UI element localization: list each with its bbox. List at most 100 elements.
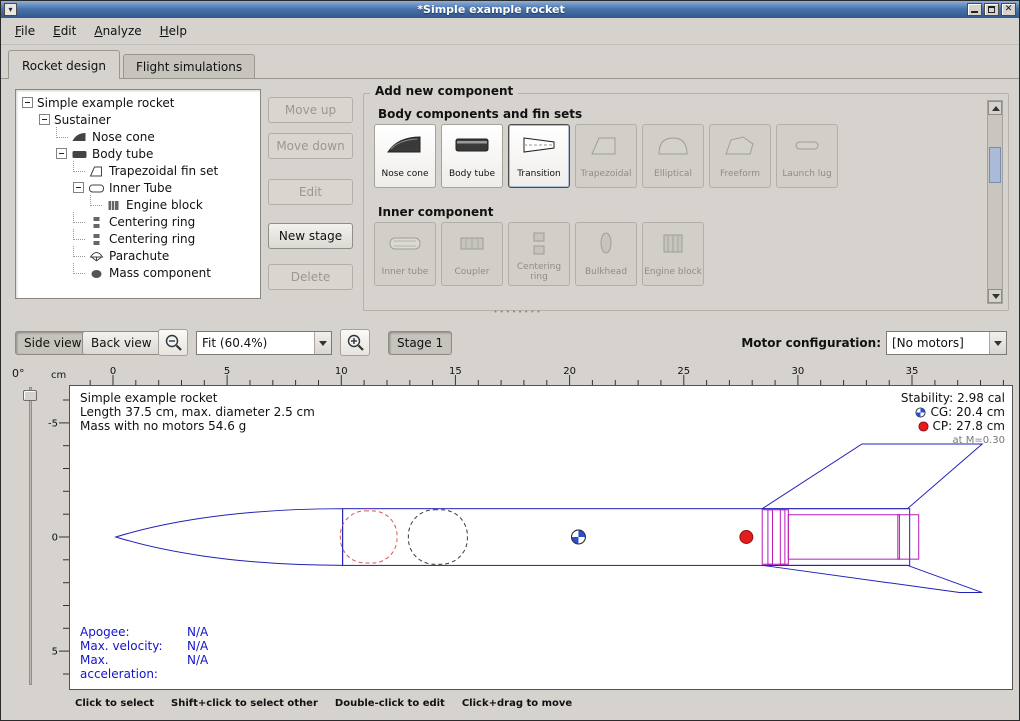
component-button-label: Trapezoidal <box>579 160 632 187</box>
tree-item-label: Simple example rocket <box>37 96 174 110</box>
inner-components-label: Inner component <box>378 205 493 219</box>
minimize-button[interactable] <box>967 3 982 16</box>
tree-item-parachute[interactable]: Parachute <box>18 247 258 264</box>
move-down-button[interactable]: Move down <box>268 133 353 159</box>
ruler-unit-label: cm <box>51 370 66 381</box>
close-button[interactable]: ✕ <box>1001 3 1016 16</box>
tree-item-label: Mass component <box>109 266 211 280</box>
add-engineblock-button[interactable]: Engine block <box>642 222 704 286</box>
tab-rocket-design[interactable]: Rocket design <box>8 50 120 79</box>
add-elliptical-button[interactable]: Elliptical <box>642 124 704 188</box>
rotation-slider-thumb[interactable] <box>23 390 37 401</box>
tree-item-nose-cone[interactable]: Nose cone <box>18 128 258 145</box>
tree-item-centering-ring[interactable]: Centering ring <box>18 213 258 230</box>
stability-value: 2.98 cal <box>957 391 1005 405</box>
delete-button[interactable]: Delete <box>268 264 353 290</box>
minimize-icon <box>971 11 978 13</box>
tree-item-inner-tube[interactable]: Inner Tube <box>18 179 258 196</box>
rocket-drawing[interactable]: Simple example rocketLength 37.5 cm, max… <box>69 385 1013 690</box>
svg-text:5: 5 <box>224 366 230 377</box>
maximize-button[interactable] <box>984 3 999 16</box>
add-innertube-button[interactable]: Inner tube <box>374 222 436 286</box>
add-nosecone-button[interactable]: Nose cone <box>374 124 436 188</box>
rotation-slider[interactable] <box>23 387 37 685</box>
zoom-out-button[interactable] <box>158 329 188 356</box>
tree-item-simple-example-rocket[interactable]: Simple example rocket <box>18 94 258 111</box>
tree-item-centering-ring[interactable]: Centering ring <box>18 230 258 247</box>
menu-help[interactable]: Help <box>151 20 196 42</box>
tree-item-mass-component[interactable]: Mass component <box>18 264 258 281</box>
window-title: *Simple example rocket <box>17 3 965 16</box>
status-hint: Click+drag to move <box>462 698 572 709</box>
tree-action-buttons: Move up Move down Edit New stage Delete <box>268 89 354 290</box>
add-freeform-button[interactable]: Freeform <box>709 124 771 188</box>
cp-marker <box>740 531 753 544</box>
tree-item-label: Inner Tube <box>109 181 172 195</box>
motor-configuration-select[interactable]: [No motors] <box>886 331 1007 355</box>
inner-component-outline <box>780 510 785 564</box>
stability-block: Stability: 2.98 cal CG: 20.4 cm <box>901 391 1005 448</box>
tree-item-engine-block[interactable]: Engine block <box>18 196 258 213</box>
add-bulkhead-button[interactable]: Bulkhead <box>575 222 637 286</box>
dropdown-arrow-icon <box>989 332 1006 354</box>
status-bar: Click to selectShift+click to select oth… <box>1 691 1019 720</box>
dropdown-arrow-icon <box>314 332 331 354</box>
stability-label: Stability: <box>901 391 953 405</box>
side-view-button[interactable]: Side view <box>15 331 90 355</box>
menu-edit[interactable]: Edit <box>44 20 85 42</box>
component-tree[interactable]: Simple example rocketSustainerNose coneB… <box>15 89 261 299</box>
tree-item-body-tube[interactable]: Body tube <box>18 145 258 162</box>
scrollbar-thumb[interactable] <box>989 147 1001 183</box>
window-menu-icon[interactable]: ▾ <box>4 3 17 16</box>
tree-expander-icon[interactable] <box>73 182 84 193</box>
internal-component-dashed <box>340 511 397 563</box>
rocket-info-block: Simple example rocketLength 37.5 cm, max… <box>80 391 315 433</box>
tree-expander-icon[interactable] <box>56 148 67 159</box>
tree-item-sustainer[interactable]: Sustainer <box>18 111 258 128</box>
fin-outline <box>762 444 982 509</box>
maximize-icon <box>988 6 995 13</box>
component-scrollbar[interactable] <box>987 100 1003 304</box>
tab-flight-simulations[interactable]: Flight simulations <box>123 54 255 78</box>
component-button-label: Elliptical <box>653 160 693 187</box>
stage-1-button[interactable]: Stage 1 <box>388 331 452 355</box>
add-launchlug-button[interactable]: Launch lug <box>776 124 838 188</box>
rotation-slider-track <box>29 387 32 685</box>
fin-outline <box>762 565 982 592</box>
move-up-button[interactable]: Move up <box>268 97 353 123</box>
add-centeringring-button[interactable]: Centering ring <box>508 222 570 286</box>
edit-button[interactable]: Edit <box>268 179 353 205</box>
add-coupler-button[interactable]: Coupler <box>441 222 503 286</box>
back-view-button[interactable]: Back view <box>82 331 161 355</box>
scroll-down-button[interactable] <box>988 289 1002 303</box>
zoom-in-button[interactable] <box>340 329 370 356</box>
add-component-panel: Add new component Body components and fi… <box>363 93 1009 311</box>
tree-item-trapezoidal-fin-set[interactable]: Trapezoidal fin set <box>18 162 258 179</box>
add-bodytube-button[interactable]: Body tube <box>441 124 503 188</box>
internal-component-dashed <box>408 510 467 564</box>
zoom-select[interactable]: Fit (60.4%) <box>196 331 332 355</box>
cp-symbol-icon <box>918 421 929 432</box>
parachute-icon <box>88 250 105 262</box>
zoom-value: Fit (60.4%) <box>197 336 314 350</box>
tree-item-label: Centering ring <box>109 215 195 229</box>
component-button-label: Body tube <box>448 160 496 187</box>
body-components-row: Nose cone Body tube Transition Trapezoidal E… <box>374 124 838 188</box>
new-stage-button[interactable]: New stage <box>268 223 353 249</box>
tree-expander-icon[interactable] <box>22 97 33 108</box>
centeringring-icon <box>519 228 559 258</box>
menu-file[interactable]: File <box>6 20 44 42</box>
add-transition-button[interactable]: Transition <box>508 124 570 188</box>
add-trapezoidal-button[interactable]: Trapezoidal <box>575 124 637 188</box>
title-bar[interactable]: ▾ *Simple example rocket ✕ <box>1 1 1019 18</box>
scroll-up-button[interactable] <box>988 101 1002 115</box>
app-window: ▾ *Simple example rocket ✕ FileEditAnaly… <box>0 0 1020 721</box>
cp-label: CP: <box>933 419 953 433</box>
menu-analyze[interactable]: Analyze <box>85 20 150 42</box>
component-button-label: Engine block <box>643 258 703 285</box>
tree-expander-icon[interactable] <box>39 114 50 125</box>
tree-connector <box>73 263 85 274</box>
status-hint: Double-click to edit <box>335 698 445 709</box>
splitter-handle[interactable]: •••••••• <box>488 308 548 316</box>
bulkhead-icon <box>586 228 626 258</box>
